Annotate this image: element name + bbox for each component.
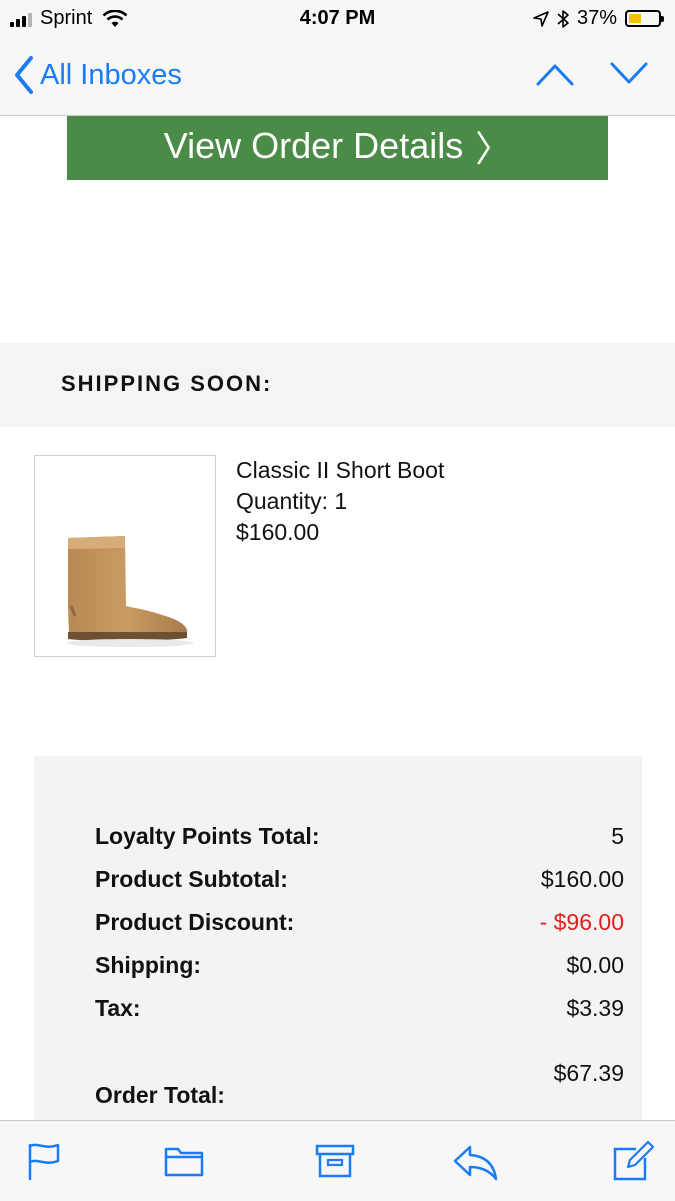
loyalty-value: 5 bbox=[611, 823, 624, 849]
battery-icon bbox=[625, 10, 664, 27]
product-name[interactable]: Classic II Short Boot bbox=[236, 455, 444, 486]
product-price: $160.00 bbox=[236, 519, 320, 545]
subtotal-label: Product Subtotal: bbox=[95, 866, 288, 892]
reply-button[interactable] bbox=[452, 1141, 498, 1181]
chevron-up-icon bbox=[536, 64, 574, 86]
flag-icon bbox=[28, 1143, 60, 1181]
move-to-folder-button[interactable] bbox=[163, 1141, 205, 1181]
back-button[interactable]: All Inboxes bbox=[14, 56, 182, 94]
subtotal-value: $160.00 bbox=[540, 866, 624, 892]
boot-image bbox=[66, 536, 194, 647]
location-arrow-icon bbox=[533, 10, 549, 27]
flag-button[interactable] bbox=[24, 1141, 66, 1181]
compose-icon bbox=[613, 1140, 655, 1181]
bluetooth-icon bbox=[557, 9, 569, 28]
folder-icon bbox=[164, 1147, 204, 1177]
product-quantity: Quantity: 1 bbox=[236, 488, 348, 514]
shipping-label: Shipping: bbox=[95, 952, 202, 978]
view-order-details-button[interactable]: View Order Details 〉 bbox=[67, 116, 608, 180]
chevron-right-icon: 〉 bbox=[475, 128, 512, 169]
shipping-value: $0.00 bbox=[566, 952, 624, 978]
total-value: $67.39 bbox=[553, 1060, 624, 1086]
chevron-down-icon bbox=[610, 62, 648, 84]
status-bar: Sprint 4:07 PM 37% bbox=[0, 0, 675, 38]
back-label: All Inboxes bbox=[40, 58, 182, 91]
battery-percent: 37% bbox=[576, 7, 617, 29]
shipping-title: SHIPPING SOON: bbox=[61, 371, 273, 396]
discount-value: - $96.00 bbox=[539, 909, 624, 935]
nav-bar: All Inboxes bbox=[0, 38, 675, 116]
tax-label: Tax: bbox=[95, 995, 141, 1021]
total-label: Order Total: bbox=[95, 1082, 225, 1108]
loyalty-label: Loyalty Points Total: bbox=[95, 823, 320, 849]
order-button-label: View Order Details bbox=[163, 125, 464, 166]
compose-button[interactable] bbox=[612, 1140, 655, 1181]
chevron-left-icon bbox=[15, 56, 33, 94]
reply-icon bbox=[453, 1145, 498, 1181]
bottom-toolbar bbox=[0, 1120, 675, 1201]
shipping-section-header: SHIPPING SOON: bbox=[0, 343, 675, 427]
product-image[interactable] bbox=[34, 455, 216, 657]
order-summary: Loyalty Points Total: 5 Product Subtotal… bbox=[34, 756, 642, 1120]
tax-value: $3.39 bbox=[566, 995, 624, 1021]
previous-message-button[interactable] bbox=[535, 60, 575, 88]
archive-button[interactable] bbox=[314, 1141, 356, 1181]
product-info: Classic II Short Boot Quantity: 1 $160.0… bbox=[236, 455, 444, 548]
discount-label: Product Discount: bbox=[95, 909, 295, 935]
archive-icon bbox=[315, 1144, 355, 1178]
next-message-button[interactable] bbox=[609, 60, 649, 88]
email-body: View Order Details 〉 SHIPPING SOON: Clas… bbox=[0, 116, 675, 1120]
